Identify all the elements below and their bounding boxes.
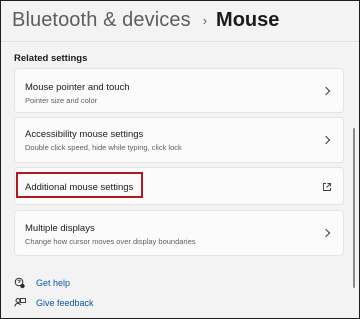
chevron-right-icon xyxy=(321,228,331,238)
card-title: Multiple displays xyxy=(25,223,95,234)
card-subtitle: Change how cursor moves over display bou… xyxy=(25,237,196,246)
help-chat-icon xyxy=(14,277,25,289)
card-subtitle: Pointer size and color xyxy=(25,96,98,105)
section-title: Related settings xyxy=(14,53,88,64)
external-link-icon xyxy=(323,183,331,191)
card-title: Mouse pointer and touch xyxy=(25,82,130,93)
settings-window: Bluetooth & devices › Mouse Related sett… xyxy=(0,0,360,319)
give-feedback-label: Give feedback xyxy=(36,298,94,308)
breadcrumb-parent[interactable]: Bluetooth & devices xyxy=(12,9,191,32)
page-title: Mouse xyxy=(216,8,280,31)
header-divider xyxy=(1,41,359,42)
annotation-highlight-box xyxy=(16,172,143,198)
chevron-right-icon xyxy=(321,86,331,96)
feedback-icon xyxy=(14,298,26,307)
multiple-displays-card[interactable]: Multiple displays Change how cursor move… xyxy=(14,210,344,256)
chevron-right-icon xyxy=(321,135,331,145)
mouse-pointer-and-touch-card[interactable]: Mouse pointer and touch Pointer size and… xyxy=(14,68,344,113)
get-help-link[interactable]: Get help xyxy=(14,277,70,289)
card-subtitle: Double click speed, hide while typing, c… xyxy=(25,143,182,152)
get-help-label: Get help xyxy=(36,278,71,288)
card-title: Accessibility mouse settings xyxy=(25,129,144,140)
breadcrumb: Bluetooth & devices › Mouse xyxy=(12,5,279,35)
breadcrumb-separator-icon: › xyxy=(202,12,208,28)
accessibility-mouse-settings-card[interactable]: Accessibility mouse settings Double clic… xyxy=(14,117,344,163)
scrollbar[interactable] xyxy=(353,128,355,288)
give-feedback-link[interactable]: Give feedback xyxy=(14,297,94,309)
